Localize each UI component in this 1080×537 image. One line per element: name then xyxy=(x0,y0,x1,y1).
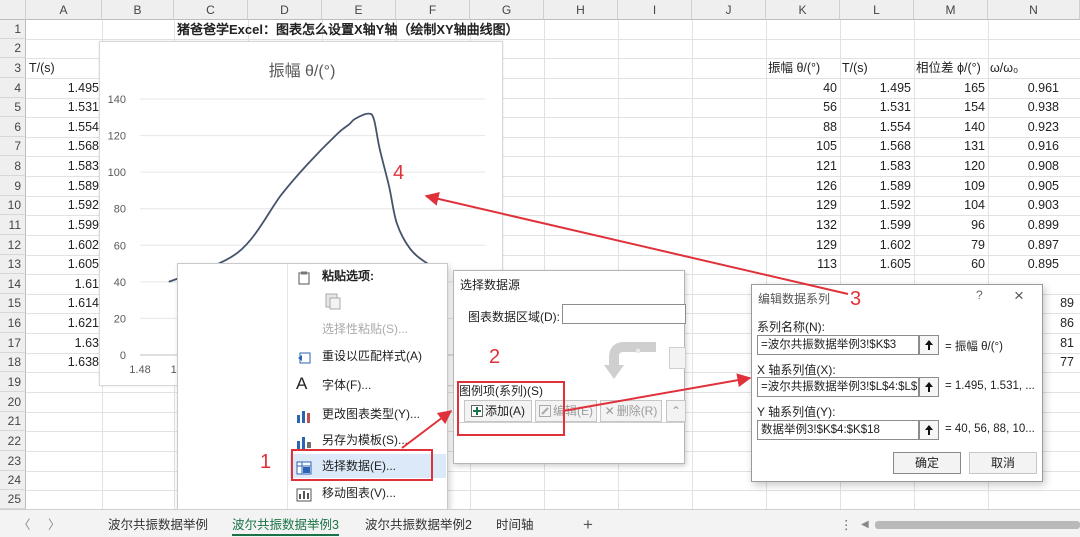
annotation-arrows xyxy=(401,192,849,449)
sheet-tab[interactable]: 波尔共振数据举例2 xyxy=(365,514,472,536)
scroll-tabs-right-icon[interactable]: 〉 xyxy=(48,514,61,536)
excel-window: A B C D E F G H I J K L M N 1 2 3 4 5 6 … xyxy=(0,0,1080,537)
scroll-tabs-left-icon[interactable]: 〈 xyxy=(18,514,31,536)
horizontal-scrollbar[interactable] xyxy=(875,521,1080,529)
add-sheet-button[interactable]: + xyxy=(583,514,593,536)
sheet-tab[interactable]: 时间轴 xyxy=(496,514,534,536)
sheet-tab-active[interactable]: 波尔共振数据举例3 xyxy=(232,514,339,536)
annotation-step-2: 2 xyxy=(489,346,501,368)
annotation-step-3: 3 xyxy=(850,288,862,310)
sheet-tab[interactable]: 波尔共振数据举例 xyxy=(108,514,208,536)
annotation-step-4: 4 xyxy=(393,162,405,184)
scroll-left-icon[interactable]: ◀ xyxy=(861,514,869,536)
tab-split-handle-icon[interactable]: ⋮ xyxy=(840,514,853,536)
sheet-tabs-bar: 〈 〉 波尔共振数据举例 波尔共振数据举例3 波尔共振数据举例2 时间轴 + ⋮… xyxy=(0,509,1080,537)
annotation-step-1: 1 xyxy=(260,451,272,473)
